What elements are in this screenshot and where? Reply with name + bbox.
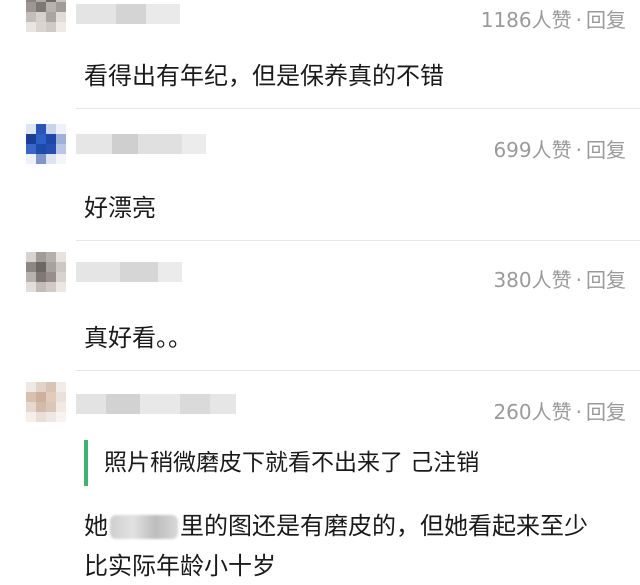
comment-text: 真好看。。 — [84, 324, 192, 352]
reply-button[interactable]: 回复 — [586, 138, 626, 162]
reply-button[interactable]: 回复 — [586, 268, 626, 292]
comment-meta: 1186人赞 · 回复 — [481, 4, 626, 33]
avatar[interactable] — [26, 252, 66, 292]
reply-button[interactable]: 回复 — [586, 400, 626, 424]
like-count[interactable]: 1186人赞 — [481, 8, 572, 32]
comment-text-line: 比实际年龄小十岁 — [84, 552, 276, 580]
reply-button[interactable]: 回复 — [586, 8, 626, 32]
quoted-reply: 照片稍微磨皮下就看不出来了 己注销 — [84, 440, 479, 486]
redacted-text — [110, 515, 178, 539]
comment-text-line: 她 里的图还是有磨皮的，但她看起来至少 — [84, 506, 588, 541]
comment-meta: 260人赞 · 回复 — [493, 396, 626, 425]
divider — [76, 240, 640, 241]
avatar[interactable] — [26, 382, 66, 422]
like-count[interactable]: 699人赞 — [493, 138, 571, 162]
comment-text: 看得出有年纪，但是保养真的不错 — [84, 62, 444, 90]
divider — [76, 370, 640, 371]
separator-dot: · — [575, 138, 582, 162]
username-blurred[interactable] — [76, 4, 180, 24]
like-count[interactable]: 260人赞 — [493, 400, 571, 424]
comment-text-rest: 里的图还是有磨皮的，但她看起来至少 — [180, 512, 588, 540]
separator-dot: · — [575, 8, 582, 32]
divider — [76, 108, 640, 109]
username-blurred[interactable] — [76, 262, 182, 282]
avatar[interactable] — [26, 0, 66, 32]
comment-meta: 699人赞 · 回复 — [493, 134, 626, 163]
username-blurred[interactable] — [76, 394, 236, 414]
comment-meta: 380人赞 · 回复 — [493, 264, 626, 293]
separator-dot: · — [575, 268, 582, 292]
like-count[interactable]: 380人赞 — [493, 268, 571, 292]
username-blurred[interactable] — [76, 134, 206, 154]
comment-text-start: 她 — [84, 512, 108, 540]
comment-text: 好漂亮 — [84, 194, 156, 222]
separator-dot: · — [575, 400, 582, 424]
avatar[interactable] — [26, 124, 66, 164]
